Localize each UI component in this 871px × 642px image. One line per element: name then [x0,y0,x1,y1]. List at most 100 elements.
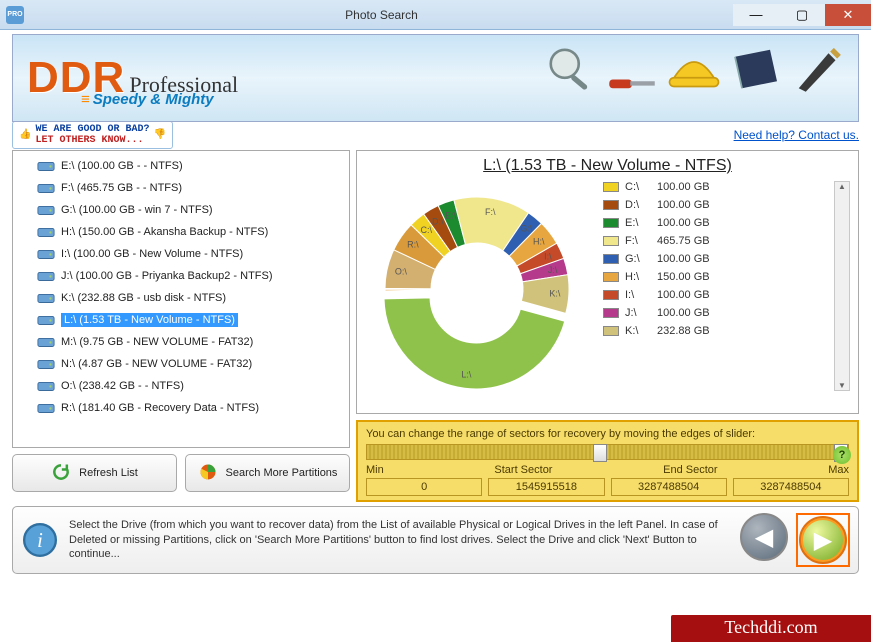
next-button[interactable]: ▶ [799,516,847,564]
search-more-partitions-button[interactable]: Search More Partitions [185,454,350,492]
search-more-label: Search More Partitions [226,467,338,479]
slider-start-value: 1545915518 [488,478,604,496]
donut-chart: C:\D:\E:\ F:\ G:\H:\ I:\ J:\ K:\ L:\ O:\ R:\ [365,181,595,391]
drive-label: F:\ (465.75 GB - - NTFS) [61,182,182,194]
app-icon: PRO [6,6,24,24]
legend-row: D:\100.00 GB [603,199,824,211]
svg-text:K:\: K:\ [549,288,561,298]
svg-text:L:\: L:\ [461,369,472,379]
hardhat-icon [666,41,722,97]
legend-row: C:\100.00 GB [603,181,824,193]
screwdriver-icon [604,41,660,97]
svg-text:E:\: E:\ [445,211,457,221]
hdd-icon [37,313,55,327]
slider-end-value: 3287488504 [611,478,727,496]
drive-item[interactable]: K:\ (232.88 GB - usb disk - NTFS) [17,289,345,307]
refresh-list-button[interactable]: Refresh List [12,454,177,492]
drive-item[interactable]: I:\ (100.00 GB - New Volume - NTFS) [17,245,345,263]
svg-text:H:\: H:\ [533,236,545,246]
chart-legend: C:\100.00 GBD:\100.00 GBE:\100.00 GBF:\4… [603,181,824,391]
slider-help-icon[interactable]: ? [833,446,851,464]
banner-icons [542,41,846,97]
svg-text:I:\: I:\ [544,252,552,262]
drive-list[interactable]: E:\ (100.00 GB - - NTFS) F:\ (465.75 GB -… [12,150,350,448]
chart-box: L:\ (1.53 TB - New Volume - NTFS) C:\D:\… [356,150,859,414]
slider-min-value: 0 [366,478,482,496]
help-link[interactable]: Need help? Contact us. [734,128,859,142]
slider-start-handle[interactable] [593,444,607,462]
drive-item[interactable]: N:\ (4.87 GB - NEW VOLUME - FAT32) [17,355,345,373]
pen-icon [790,41,846,97]
svg-text:C:\: C:\ [420,225,432,235]
window-close-button[interactable]: ✕ [825,4,871,26]
drive-item[interactable]: E:\ (100.00 GB - - NTFS) [17,157,345,175]
svg-text:R:\: R:\ [407,240,419,250]
drive-label: R:\ (181.40 GB - Recovery Data - NTFS) [61,402,259,414]
sector-slider-box: You can change the range of sectors for … [356,420,859,502]
chart-title: L:\ (1.53 TB - New Volume - NTFS) [365,157,850,175]
feedback-line1: WE ARE GOOD OR BAD? [35,124,149,135]
window-title: Photo Search [30,8,733,22]
slider-max-label: Max [828,464,849,476]
drive-item[interactable]: F:\ (465.75 GB - - NTFS) [17,179,345,197]
refresh-icon [51,462,71,485]
drive-label: H:\ (150.00 GB - Akansha Backup - NTFS) [61,226,268,238]
hdd-icon [37,357,55,371]
drive-item[interactable]: G:\ (100.00 GB - win 7 - NTFS) [17,201,345,219]
hdd-icon [37,291,55,305]
legend-scrollbar[interactable] [834,181,850,391]
legend-row: K:\232.88 GB [603,325,824,337]
banner: DDR Professional ≡Speedy & Mighty [12,34,859,122]
hdd-icon [37,247,55,261]
hdd-icon [37,401,55,415]
drive-item[interactable]: J:\ (100.00 GB - Priyanka Backup2 - NTFS… [17,267,345,285]
legend-row: E:\100.00 GB [603,217,824,229]
legend-row: G:\100.00 GB [603,253,824,265]
slider-min-label: Min [366,464,384,476]
refresh-label: Refresh List [79,467,138,479]
pie-icon [198,462,218,485]
drive-label: O:\ (238.42 GB - - NTFS) [61,380,184,392]
feedback-link[interactable]: 👍 WE ARE GOOD OR BAD? LET OTHERS KNOW...… [12,121,173,149]
svg-text:O:\: O:\ [395,267,408,277]
svg-text:F:\: F:\ [485,207,496,217]
drive-label: E:\ (100.00 GB - - NTFS) [61,160,183,172]
thumbs-up-icon: 👍 [19,129,31,141]
slider-track[interactable] [366,444,849,460]
window-titlebar: PRO Photo Search — ▢ ✕ [0,0,871,30]
drive-label: N:\ (4.87 GB - NEW VOLUME - FAT32) [61,358,252,370]
drive-label: I:\ (100.00 GB - New Volume - NTFS) [61,248,243,260]
notebook-icon [728,41,784,97]
window-maximize-button[interactable]: ▢ [779,4,825,26]
legend-row: I:\100.00 GB [603,289,824,301]
drive-label: L:\ (1.53 TB - New Volume - NTFS) [61,313,238,327]
feedback-line2: LET OTHERS KNOW... [35,135,149,146]
svg-text:G:\: G:\ [520,224,533,234]
svg-text:J:\: J:\ [548,265,558,275]
drive-label: G:\ (100.00 GB - win 7 - NTFS) [61,204,213,216]
drive-item[interactable]: R:\ (181.40 GB - Recovery Data - NTFS) [17,399,345,417]
hdd-icon [37,335,55,349]
info-icon: i [21,521,59,559]
drive-item[interactable]: O:\ (238.42 GB - - NTFS) [17,377,345,395]
drive-item[interactable]: M:\ (9.75 GB - NEW VOLUME - FAT32) [17,333,345,351]
tagline: ≡Speedy & Mighty [81,91,214,108]
slider-description: You can change the range of sectors for … [366,428,849,440]
footer-instructions: Select the Drive (from which you want to… [69,518,730,563]
drive-label: J:\ (100.00 GB - Priyanka Backup2 - NTFS… [61,270,273,282]
drive-item[interactable]: H:\ (150.00 GB - Akansha Backup - NTFS) [17,223,345,241]
drive-label: M:\ (9.75 GB - NEW VOLUME - FAT32) [61,336,253,348]
hdd-icon [37,225,55,239]
svg-text:D:\: D:\ [432,217,444,227]
magnifier-icon [542,41,598,97]
slider-start-label: Start Sector [494,464,552,476]
slider-max-value: 3287488504 [733,478,849,496]
back-button[interactable]: ◀ [740,513,788,561]
window-minimize-button[interactable]: — [733,4,779,26]
hdd-icon [37,379,55,393]
thumbs-down-icon: 👎 [153,129,165,141]
svg-text:i: i [37,530,43,552]
drive-item[interactable]: L:\ (1.53 TB - New Volume - NTFS) [17,311,345,329]
legend-row: H:\150.00 GB [603,271,824,283]
footer: i Select the Drive (from which you want … [12,506,859,574]
